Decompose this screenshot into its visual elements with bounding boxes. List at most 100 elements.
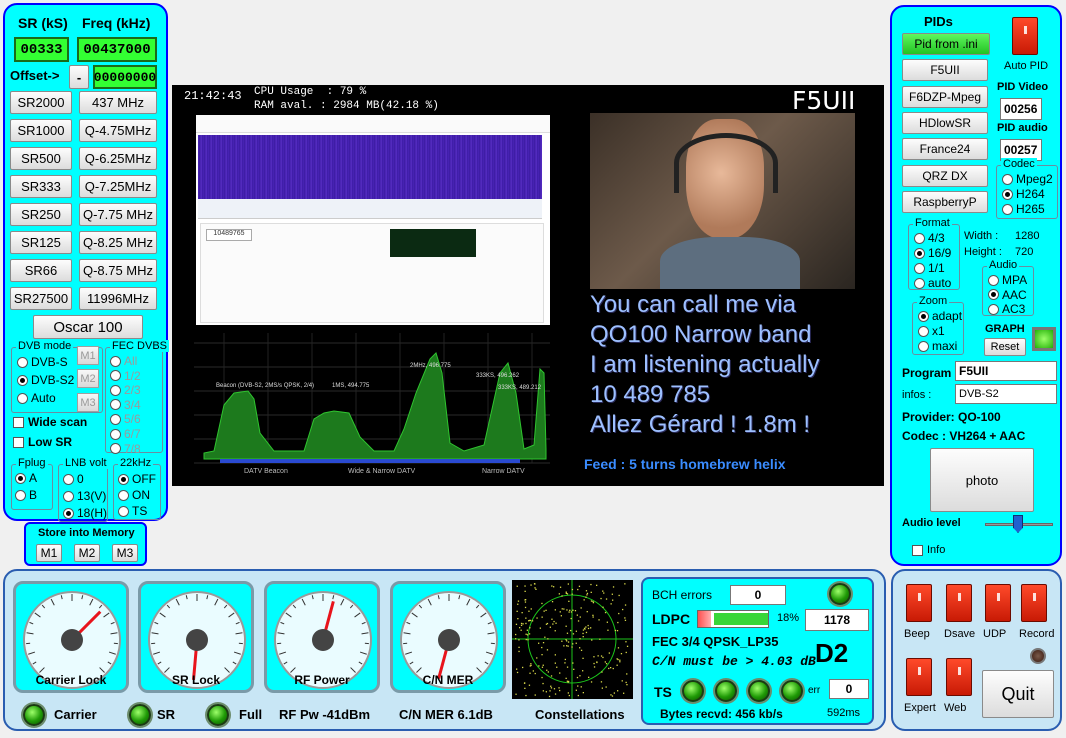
lnb-radio-0[interactable] [63, 473, 74, 485]
fec-radio-3-4[interactable] [110, 399, 121, 411]
m3-mode-button[interactable]: M3 [77, 393, 99, 412]
web-switch[interactable] [946, 658, 972, 696]
fec-radio-2-3[interactable] [110, 384, 121, 396]
sr-button-sr1000[interactable]: SR1000 [10, 119, 72, 142]
program-field[interactable]: F5UII [955, 361, 1057, 381]
freq-button-11996mhz[interactable]: 11996MHz [79, 287, 157, 310]
low-sr-checkbox[interactable]: Low SR [13, 435, 72, 449]
store-m2-button[interactable]: M2 [74, 544, 100, 562]
lnb-radio-18-h[interactable] [63, 507, 74, 519]
pid-preset-hdlowsr[interactable]: HDlowSR [902, 111, 988, 134]
zoom-option-maxi[interactable]: maxi [918, 339, 957, 353]
freq-button-q-7-25mhz[interactable]: Q-7.25MHz [79, 175, 157, 198]
sr-button-sr500[interactable]: SR500 [10, 147, 72, 170]
22khz-option-ts[interactable]: TS [118, 504, 147, 518]
zoom-option-x1[interactable]: x1 [918, 324, 945, 338]
freq-button-q-4-75mhz[interactable]: Q-4.75MHz [79, 119, 157, 142]
info-checkbox[interactable]: Info [912, 544, 945, 556]
dsave-switch[interactable] [946, 584, 972, 622]
22khz-option-on[interactable]: ON [118, 488, 150, 502]
format-radio-1-1[interactable] [914, 262, 925, 274]
format-option-4-3[interactable]: 4/3 [914, 231, 945, 245]
freq-button-437-mhz[interactable]: 437 MHz [79, 91, 157, 114]
22khz-radio-on[interactable] [118, 489, 129, 501]
oscar-100-button[interactable]: Oscar 100 [33, 315, 143, 339]
fec-option-5-6[interactable]: 5/6 [110, 412, 141, 426]
expert-switch[interactable] [906, 658, 932, 696]
fec-option-7-8[interactable]: 7/8 [110, 442, 141, 456]
fec-radio-7-8[interactable] [110, 443, 121, 455]
sr-button-sr2000[interactable]: SR2000 [10, 91, 72, 114]
pid-preset-qrz-dx[interactable]: QRZ DX [902, 164, 988, 187]
quit-button[interactable]: Quit [982, 670, 1054, 718]
fec-option-1-2[interactable]: 1/2 [110, 369, 141, 383]
dvb-mode-radio-auto[interactable] [17, 392, 28, 404]
fec-radio-1-2[interactable] [110, 370, 121, 382]
fplug-option-a[interactable]: A [15, 471, 37, 485]
reset-button[interactable]: Reset [984, 338, 1026, 356]
wide-scan-checkbox[interactable]: Wide scan [13, 415, 87, 429]
codec-option-h264[interactable]: H264 [1002, 187, 1045, 201]
sr-button-sr27500[interactable]: SR27500 [10, 287, 72, 310]
audio-radio-ac3[interactable] [988, 303, 999, 315]
pid-preset-pid-from-ini[interactable]: Pid from .ini [902, 33, 990, 55]
fplug-radio-b[interactable] [15, 489, 26, 501]
dvb-mode-radio-dvb-s[interactable] [17, 356, 28, 368]
sr-button-sr66[interactable]: SR66 [10, 259, 72, 282]
fec-option-3-4[interactable]: 3/4 [110, 398, 141, 412]
format-radio-16-9[interactable] [914, 247, 925, 259]
offset-sign-button[interactable]: - [69, 65, 89, 89]
dvb-mode-option-dvb-s[interactable]: DVB-S [17, 355, 68, 369]
low-sr-box[interactable] [13, 436, 24, 448]
info-box[interactable] [912, 544, 923, 556]
codec-radio-h264[interactable] [1002, 188, 1013, 200]
auto-pid-switch[interactable] [1012, 17, 1038, 55]
fplug-radio-a[interactable] [15, 472, 26, 484]
codec-option-h265[interactable]: H265 [1002, 202, 1045, 216]
format-option-16-9[interactable]: 16/9 [914, 246, 951, 260]
zoom-radio-maxi[interactable] [918, 340, 929, 352]
sr-value-field[interactable]: 00333 [14, 37, 69, 62]
sr-button-sr250[interactable]: SR250 [10, 203, 72, 226]
fec-option-6-7[interactable]: 6/7 [110, 427, 141, 441]
audio-radio-aac[interactable] [988, 289, 999, 300]
audio-level-slider[interactable] [1013, 515, 1023, 533]
udp-switch[interactable] [985, 584, 1011, 622]
pid-video-field[interactable]: 00256 [1000, 98, 1042, 120]
wide-scan-box[interactable] [13, 416, 24, 428]
sr-button-sr333[interactable]: SR333 [10, 175, 72, 198]
dvb-mode-option-dvb-s2[interactable]: DVB-S2 [17, 373, 74, 387]
photo-button[interactable]: photo [930, 448, 1034, 512]
format-radio-auto[interactable] [914, 277, 925, 289]
dvb-mode-radio-dvb-s2[interactable] [17, 374, 28, 386]
freq-button-q-8-25-mhz[interactable]: Q-8.25 MHz [79, 231, 157, 254]
format-option-auto[interactable]: auto [914, 276, 951, 290]
beep-switch[interactable] [906, 584, 932, 622]
fec-option-2-3[interactable]: 2/3 [110, 383, 141, 397]
format-radio-4-3[interactable] [914, 232, 925, 244]
store-m1-button[interactable]: M1 [36, 544, 62, 562]
pid-preset-f5uii[interactable]: F5UII [902, 59, 988, 82]
zoom-option-adapt[interactable]: adapt [918, 309, 962, 323]
infos-field[interactable]: DVB-S2 [955, 384, 1057, 404]
m1-mode-button[interactable]: M1 [77, 346, 99, 365]
audio-option-mpa[interactable]: MPA [988, 273, 1027, 287]
freq-value-field[interactable]: 00437000 [77, 37, 157, 62]
codec-radio-h265[interactable] [1002, 203, 1013, 215]
zoom-radio-adapt[interactable] [918, 310, 929, 322]
m2-mode-button[interactable]: M2 [77, 369, 99, 388]
freq-button-q-7-75-mhz[interactable]: Q-7.75 MHz [79, 203, 157, 226]
lnb-option-18-h[interactable]: 18(H) [63, 506, 107, 520]
lnb-option-13-v[interactable]: 13(V) [63, 489, 106, 503]
22khz-radio-ts[interactable] [118, 505, 129, 517]
record-switch[interactable] [1021, 584, 1047, 622]
lnb-radio-13-v[interactable] [63, 490, 74, 502]
store-m3-button[interactable]: M3 [112, 544, 138, 562]
pid-preset-raspberryp[interactable]: RaspberryP [902, 190, 988, 213]
fplug-option-b[interactable]: B [15, 488, 37, 502]
pid-preset-f6dzp-mpeg[interactable]: F6DZP-Mpeg [902, 85, 988, 108]
audio-option-ac3[interactable]: AC3 [988, 302, 1025, 316]
fec-radio-5-6[interactable] [110, 413, 121, 425]
zoom-radio-x1[interactable] [918, 325, 929, 337]
format-option-1-1[interactable]: 1/1 [914, 261, 945, 275]
